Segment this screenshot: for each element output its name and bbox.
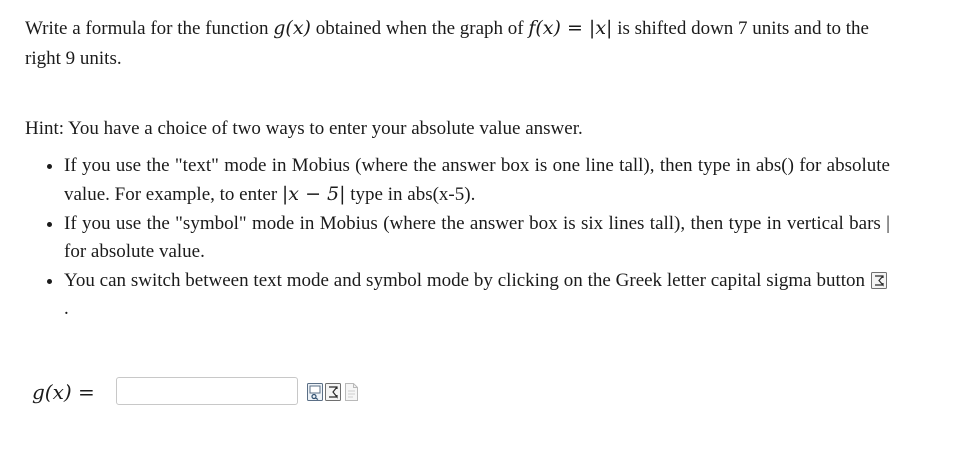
answer-toolbar [307,383,359,401]
question-g-of-x: g(x) [273,17,311,39]
answer-row: g(x) = [30,377,430,407]
hint-intro: Hint: You have a choice of two ways to e… [25,118,583,139]
answer-input[interactable] [116,377,298,405]
question-text-part-2: obtained when the graph of [310,18,529,39]
question-text: Write a formula for the function g(x) ob… [25,13,905,74]
hint-item-switch-mode: You can switch between text mode and sym… [64,267,890,323]
hint-list: If you use the "text" mode in Mobius (wh… [40,152,890,324]
question-f-of-x: f(x) = |x| [528,17,613,39]
hint-item-symbol-mode: If you use the "symbol" mode in Mobius (… [64,210,890,266]
answer-label: g(x) = [32,380,95,404]
hint-item-text-mode: If you use the "text" mode in Mobius (wh… [64,152,890,209]
preview-icon[interactable] [307,383,323,401]
document-icon[interactable] [343,383,359,401]
hint-item-switch-mode-period: . [64,298,69,319]
hint-item-example-math: |x − 5| [281,183,346,205]
hint-item-symbol-mode-text: If you use the "symbol" mode in Mobius (… [64,213,890,262]
hint-item-text-mode-part-1: If you use the "text" mode in Mobius (wh… [64,155,890,205]
sigma-icon[interactable] [871,270,887,289]
question-text-part-1: Write a formula for the function [25,18,274,39]
hint-item-switch-mode-text: You can switch between text mode and sym… [64,270,865,291]
sigma-icon[interactable] [325,383,341,401]
hint-item-text-mode-part-2: type in abs(x-5). [345,184,476,205]
